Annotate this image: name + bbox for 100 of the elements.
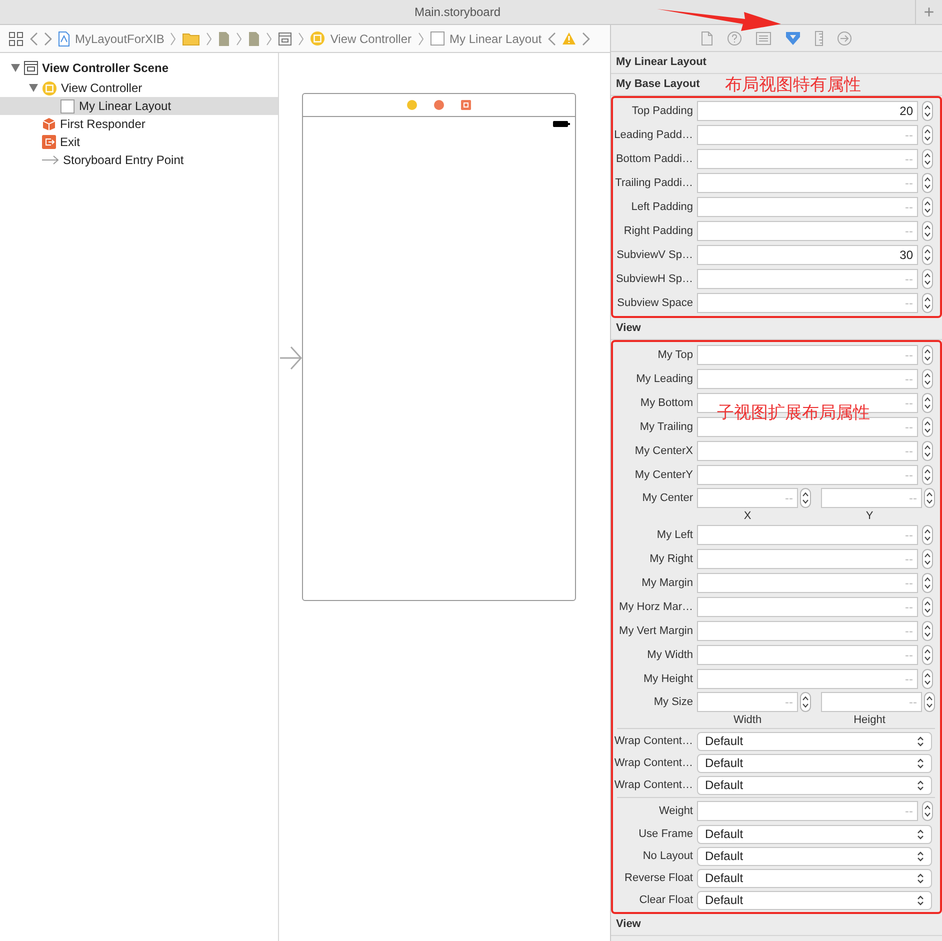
- battery-icon: [553, 121, 570, 127]
- breadcrumb-item[interactable]: View Controller: [330, 30, 412, 48]
- stepper-control[interactable]: [922, 417, 933, 437]
- number-field[interactable]: --: [697, 197, 918, 217]
- stepper-control[interactable]: [922, 221, 933, 241]
- number-field[interactable]: --: [697, 597, 918, 617]
- chevron-icon: [236, 32, 242, 46]
- field-label: Bottom Paddi…: [614, 152, 693, 167]
- stepper-control[interactable]: [800, 692, 811, 712]
- exit-icon[interactable]: [461, 100, 471, 110]
- number-field[interactable]: --: [697, 173, 918, 193]
- field-label: My CenterX: [634, 444, 693, 459]
- number-field[interactable]: --: [697, 345, 918, 365]
- field-label: My Vert Margin: [618, 624, 693, 639]
- stepper-control[interactable]: [922, 101, 933, 121]
- back-chevron-icon[interactable]: [30, 32, 38, 46]
- outline-row[interactable]: View Controller Scene: [0, 57, 278, 79]
- number-field[interactable]: --: [697, 645, 918, 665]
- popup-button[interactable]: Default: [697, 776, 932, 794]
- outline-row[interactable]: My Linear Layout: [0, 97, 278, 115]
- popup-button[interactable]: Default: [697, 846, 932, 866]
- stepper-control[interactable]: [922, 465, 933, 485]
- number-field[interactable]: --: [697, 149, 918, 169]
- number-field[interactable]: --: [697, 549, 918, 569]
- stepper-control[interactable]: [922, 369, 933, 389]
- popup-button[interactable]: Default: [697, 868, 932, 888]
- number-field[interactable]: --: [697, 525, 918, 545]
- stepper-control[interactable]: [922, 597, 933, 617]
- field-label: SubviewH Sp…: [614, 272, 693, 287]
- stepper-control[interactable]: [922, 245, 933, 265]
- attributes-tab[interactable]: [785, 30, 801, 46]
- number-field[interactable]: --: [697, 801, 918, 821]
- outline-label: Exit: [60, 134, 80, 151]
- storyboard-icon: [278, 32, 292, 46]
- outline-row[interactable]: View Controller: [0, 79, 278, 97]
- number-field[interactable]: --: [821, 488, 922, 508]
- stepper-control[interactable]: [922, 345, 933, 365]
- cube-icon[interactable]: [434, 100, 444, 110]
- updown-chevron-icon: [917, 758, 924, 768]
- number-field[interactable]: --: [697, 369, 918, 389]
- stepper-control[interactable]: [922, 645, 933, 665]
- stepper-control[interactable]: [922, 525, 933, 545]
- popup-button[interactable]: Default: [697, 890, 932, 910]
- stepper-control[interactable]: [922, 669, 933, 689]
- stepper-control[interactable]: [922, 393, 933, 413]
- stepper-control[interactable]: [922, 149, 933, 169]
- number-field[interactable]: --: [697, 669, 918, 689]
- number-field[interactable]: --: [697, 621, 918, 641]
- disclosure-triangle-icon[interactable]: [28, 84, 38, 92]
- number-field[interactable]: --: [821, 692, 922, 712]
- grid-icon[interactable]: [8, 30, 24, 46]
- stepper-control[interactable]: [922, 549, 933, 569]
- outline-row[interactable]: First Responder: [0, 115, 278, 133]
- stepper-control[interactable]: [922, 269, 933, 289]
- forward-chevron-icon[interactable]: [44, 32, 52, 46]
- cube-icon: [42, 117, 56, 131]
- stepper-control[interactable]: [922, 441, 933, 461]
- document-icon: [58, 30, 70, 46]
- number-field[interactable]: 20: [697, 101, 918, 121]
- forward-chevron-icon[interactable]: [582, 32, 590, 46]
- outline-row[interactable]: Exit: [0, 133, 278, 151]
- field-label: My Horz Mar…: [618, 600, 693, 615]
- number-field[interactable]: --: [697, 293, 918, 313]
- stepper-control[interactable]: [924, 488, 935, 508]
- number-field[interactable]: --: [697, 269, 918, 289]
- popup-button[interactable]: Default: [697, 732, 932, 750]
- annotation-label: 布局视图特有属性: [725, 74, 861, 96]
- popup-button[interactable]: Default: [697, 754, 932, 772]
- back-chevron-icon[interactable]: [548, 32, 556, 46]
- number-field[interactable]: --: [697, 465, 918, 485]
- number-field[interactable]: --: [697, 125, 918, 145]
- field-label: Left Padding: [630, 200, 693, 215]
- updown-chevron-icon: [917, 872, 924, 884]
- field-label: Clear Float: [638, 892, 693, 908]
- field-label: Trailing Paddi…: [614, 176, 693, 191]
- number-field[interactable]: --: [697, 441, 918, 461]
- stepper-control[interactable]: [922, 621, 933, 641]
- stepper-control[interactable]: [922, 197, 933, 217]
- number-field[interactable]: 30: [697, 245, 918, 265]
- chevron-icon: [206, 32, 212, 46]
- number-field[interactable]: --: [697, 573, 918, 593]
- entry-arrow-icon: [280, 345, 302, 371]
- breadcrumb-item[interactable]: My Linear Layout: [450, 30, 542, 48]
- field-label: Wrap Content…: [613, 734, 693, 749]
- number-field[interactable]: --: [697, 488, 798, 508]
- stepper-control[interactable]: [922, 293, 933, 313]
- popup-button[interactable]: Default: [697, 824, 932, 844]
- number-field[interactable]: --: [697, 221, 918, 241]
- outline-row[interactable]: Storyboard Entry Point: [0, 151, 278, 169]
- breadcrumb-item[interactable]: MyLayoutForXIB: [75, 30, 164, 48]
- stepper-control[interactable]: [922, 125, 933, 145]
- stepper-control[interactable]: [800, 488, 811, 508]
- stepper-control[interactable]: [922, 173, 933, 193]
- field-caption: Width: [732, 714, 763, 726]
- stepper-control[interactable]: [922, 573, 933, 593]
- disclosure-triangle-icon[interactable]: [10, 64, 20, 72]
- stepper-control[interactable]: [922, 801, 933, 821]
- number-field[interactable]: --: [697, 692, 798, 712]
- stepper-control[interactable]: [924, 692, 935, 712]
- field-label: My Margin: [640, 576, 693, 591]
